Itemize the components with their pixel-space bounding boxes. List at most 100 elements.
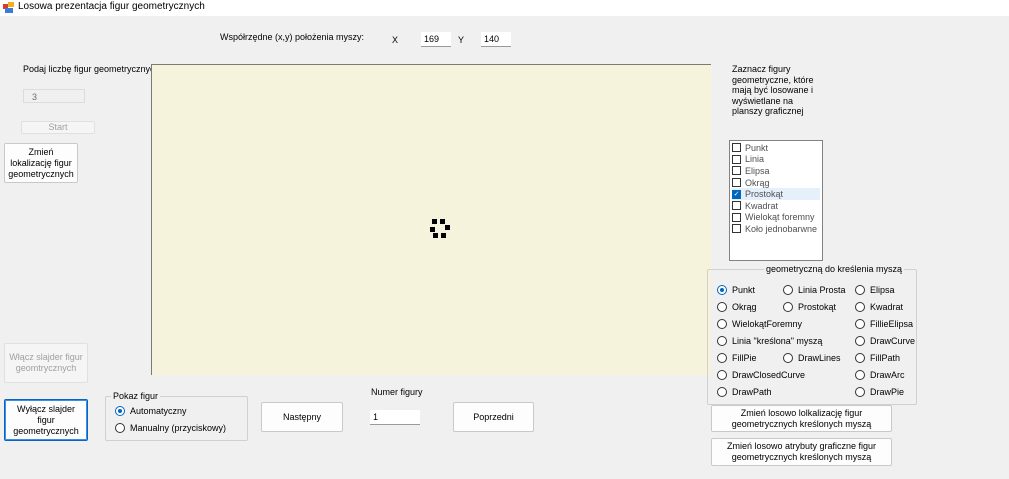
checkbox-icon[interactable] bbox=[732, 178, 741, 188]
radio-fillie-elipsa[interactable]: FillieElipsa bbox=[855, 319, 913, 329]
checklist-item-elipsa[interactable]: Elipsa bbox=[732, 165, 820, 177]
radio-icon[interactable] bbox=[855, 370, 865, 380]
checkbox-icon[interactable] bbox=[732, 224, 741, 234]
figure-pixel bbox=[430, 227, 435, 232]
x-coord-field[interactable]: 169 bbox=[421, 32, 451, 47]
radio-selected-icon[interactable] bbox=[717, 285, 727, 295]
checklist-item-linia[interactable]: Linia bbox=[732, 154, 820, 166]
checklist-item-label: Elipsa bbox=[745, 165, 770, 176]
figure-pixel bbox=[433, 233, 438, 238]
checkbox-icon[interactable] bbox=[732, 154, 741, 164]
radio-label: FillieElipsa bbox=[870, 319, 914, 329]
app-icon bbox=[3, 2, 15, 13]
window-title: Losowa prezentacja figur geometrycznych bbox=[18, 1, 205, 12]
checklist-item-label: Punkt bbox=[745, 142, 769, 153]
mouse-draw-group-title: geometryczną do kreślenia myszą bbox=[764, 264, 905, 274]
random-attributes-mouse-button[interactable]: Zmień losowo atrybuty graficzne figur ge… bbox=[711, 438, 892, 466]
radio-linia-prosta[interactable]: Linia Prosta bbox=[783, 285, 846, 295]
radio-label: Punkt bbox=[732, 285, 756, 295]
radio-icon[interactable] bbox=[717, 387, 727, 397]
drawing-canvas[interactable] bbox=[151, 64, 711, 375]
checklist-item-label: Koło jednobarwne bbox=[745, 223, 818, 234]
radio-label: DrawClosedCurve bbox=[732, 370, 806, 380]
radio-draw-path[interactable]: DrawPath bbox=[717, 387, 772, 397]
radio-icon[interactable] bbox=[855, 353, 865, 363]
figure-checklist[interactable]: Punkt Linia Elipsa Okrąg ✓ Prostokąt Kwad… bbox=[729, 140, 823, 261]
radio-icon[interactable] bbox=[115, 423, 125, 433]
checkbox-icon[interactable] bbox=[732, 143, 741, 153]
radio-icon[interactable] bbox=[855, 285, 865, 295]
radio-automatyczny[interactable]: Automatyczny bbox=[115, 406, 187, 416]
previous-button[interactable]: Poprzedni bbox=[453, 402, 534, 432]
radio-linia-kreslona[interactable]: Linia "kreślona" myszą bbox=[717, 336, 822, 346]
radio-label: Kwadrat bbox=[870, 302, 904, 312]
radio-label: DrawArc bbox=[870, 370, 905, 380]
checklist-item-prostokat[interactable]: ✓ Prostokąt bbox=[732, 188, 820, 200]
radio-draw-arc[interactable]: DrawArc bbox=[855, 370, 905, 380]
radio-icon[interactable] bbox=[855, 302, 865, 312]
checkbox-icon[interactable] bbox=[732, 201, 741, 211]
show-figures-group-title: Pokaz figur bbox=[111, 391, 161, 401]
radio-label: Linia Prosta bbox=[798, 285, 846, 295]
radio-draw-lines[interactable]: DrawLines bbox=[783, 353, 841, 363]
radio-wielokat-foremny[interactable]: WielokątForemny bbox=[717, 319, 802, 329]
radio-label: Automatyczny bbox=[130, 406, 187, 416]
checklist-item-label: Wielokąt foremny bbox=[745, 212, 815, 223]
radio-okrag[interactable]: Okrąg bbox=[717, 302, 757, 312]
radio-icon[interactable] bbox=[855, 319, 865, 329]
radio-icon[interactable] bbox=[717, 302, 727, 312]
checklist-item-kwadrat[interactable]: Kwadrat bbox=[732, 200, 820, 212]
checklist-item-label: Prostokąt bbox=[745, 189, 784, 200]
radio-label: Prostokąt bbox=[798, 302, 837, 312]
show-figures-group bbox=[105, 396, 248, 441]
radio-elipsa[interactable]: Elipsa bbox=[855, 285, 895, 295]
radio-selected-icon[interactable] bbox=[115, 406, 125, 416]
figure-count-field[interactable]: 3 bbox=[23, 89, 85, 103]
radio-icon[interactable] bbox=[717, 319, 727, 329]
radio-fill-path[interactable]: FillPath bbox=[855, 353, 900, 363]
radio-manualny[interactable]: Manualny (przyciskowy) bbox=[115, 423, 226, 433]
mouse-coords-label: Współrzędne (x,y) położenia myszy: bbox=[220, 32, 365, 42]
figure-pixel bbox=[445, 225, 450, 230]
disable-slider-button[interactable]: Wyłącz slajder figur geometrycznych bbox=[4, 399, 88, 441]
radio-icon[interactable] bbox=[717, 370, 727, 380]
radio-icon[interactable] bbox=[783, 353, 793, 363]
figure-number-field[interactable]: 1 bbox=[370, 410, 420, 425]
radio-punkt[interactable]: Punkt bbox=[717, 285, 755, 295]
radio-prostokat[interactable]: Prostokąt bbox=[783, 302, 836, 312]
radio-icon[interactable] bbox=[855, 387, 865, 397]
radio-icon[interactable] bbox=[855, 336, 865, 346]
checklist-item-wielokat[interactable]: Wielokąt foremny bbox=[732, 212, 820, 224]
radio-draw-pie[interactable]: DrawPie bbox=[855, 387, 904, 397]
radio-label: FillPie bbox=[732, 353, 757, 363]
radio-label: Manualny (przyciskowy) bbox=[130, 423, 227, 433]
radio-label: DrawLines bbox=[798, 353, 841, 363]
random-location-mouse-button[interactable]: Zmień losowo lolkalizację figur geometry… bbox=[711, 405, 892, 432]
figure-count-label: Podaj liczbę figur geometrycznych bbox=[23, 64, 160, 74]
enable-slider-button[interactable]: Włącz slajder figur geomtrycznych bbox=[4, 343, 88, 383]
checkbox-icon[interactable] bbox=[732, 212, 741, 222]
radio-kwadrat[interactable]: Kwadrat bbox=[855, 302, 903, 312]
next-button[interactable]: Następny bbox=[261, 402, 343, 432]
radio-icon[interactable] bbox=[717, 336, 727, 346]
radio-draw-curve[interactable]: DrawCurve bbox=[855, 336, 915, 346]
figure-pixel bbox=[440, 219, 445, 224]
figure-number-label: Numer figury bbox=[371, 387, 423, 397]
radio-icon[interactable] bbox=[783, 285, 793, 295]
radio-label: DrawPath bbox=[732, 387, 772, 397]
checklist-item-punkt[interactable]: Punkt bbox=[732, 142, 820, 154]
start-button[interactable]: Start bbox=[21, 121, 95, 134]
radio-draw-closed-curve[interactable]: DrawClosedCurve bbox=[717, 370, 805, 380]
radio-icon[interactable] bbox=[783, 302, 793, 312]
checklist-item-label: Kwadrat bbox=[745, 200, 779, 211]
checkbox-icon[interactable] bbox=[732, 166, 741, 176]
checklist-item-okrag[interactable]: Okrąg bbox=[732, 177, 820, 189]
change-location-button[interactable]: Zmień lokalizację figur geometrycznych bbox=[4, 143, 78, 183]
y-coord-field[interactable]: 140 bbox=[481, 32, 511, 47]
checklist-item-kolo[interactable]: Koło jednobarwne bbox=[732, 223, 820, 235]
checkmark-icon[interactable]: ✓ bbox=[732, 189, 741, 199]
radio-label: DrawPie bbox=[870, 387, 905, 397]
radio-icon[interactable] bbox=[717, 353, 727, 363]
radio-label: Elipsa bbox=[870, 285, 895, 295]
radio-fill-pie[interactable]: FillPie bbox=[717, 353, 757, 363]
